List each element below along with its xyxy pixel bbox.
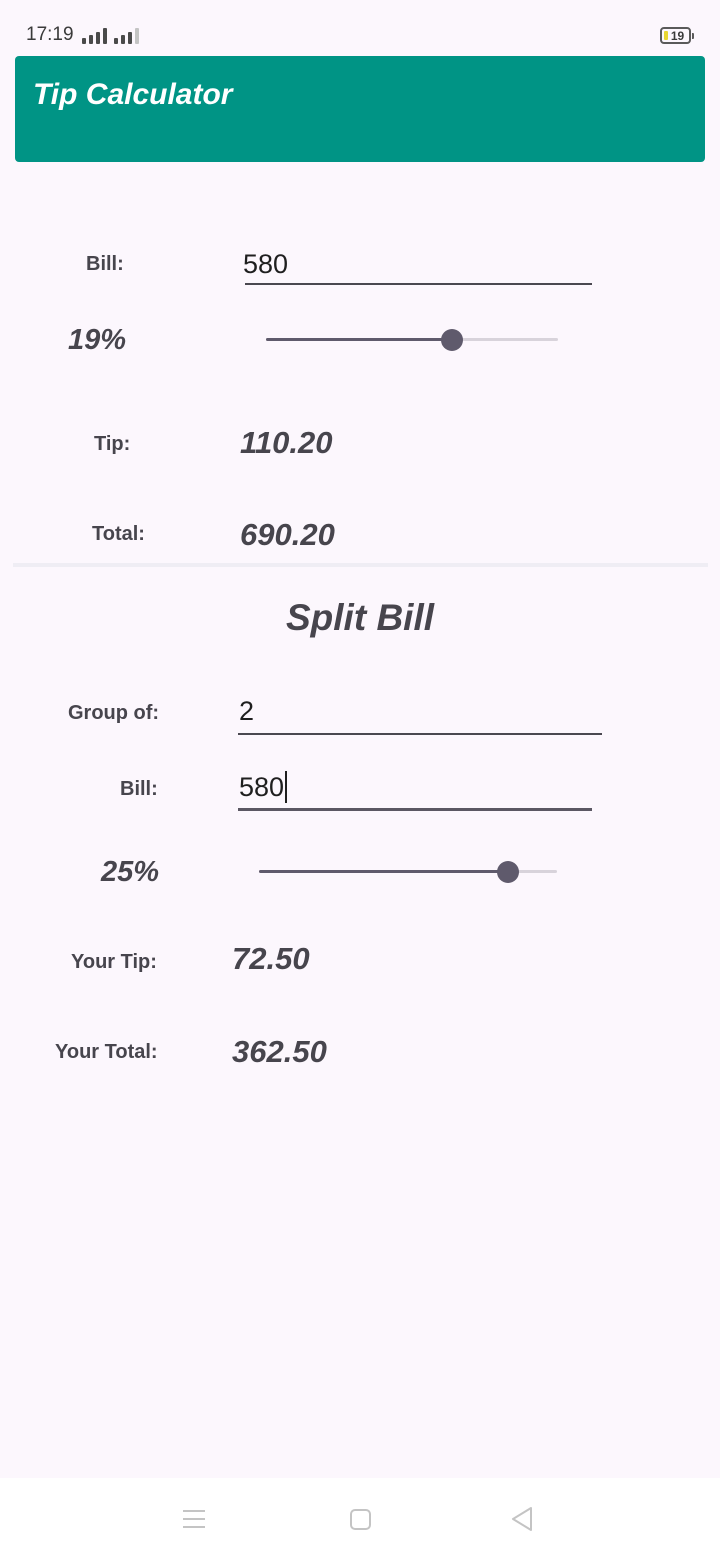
your-total-value: 362.50	[232, 1034, 327, 1069]
divider	[13, 563, 708, 567]
group-input-underline	[238, 733, 602, 735]
bill-input[interactable]: 580	[243, 249, 288, 280]
bill-input-underline	[245, 283, 592, 285]
signal-icon	[114, 27, 139, 44]
split-bill-input[interactable]: 580	[239, 772, 284, 803]
group-input[interactable]: 2	[239, 696, 254, 727]
back-icon[interactable]	[510, 1505, 534, 1538]
split-tip-percent-label: 25%	[101, 856, 160, 888]
slider-thumb[interactable]	[441, 329, 463, 351]
slider-fill	[259, 870, 507, 873]
split-tip-slider[interactable]	[259, 861, 557, 883]
app-title: Tip Calculator	[33, 78, 233, 111]
tip-percent-label: 19%	[68, 324, 127, 356]
text-caret	[285, 771, 287, 803]
bill-label: Bill:	[86, 253, 124, 275]
split-bill-input-underline	[238, 808, 592, 811]
menu-icon[interactable]	[183, 1510, 205, 1534]
slider-fill	[266, 338, 451, 341]
battery-level: 19	[670, 28, 685, 43]
your-tip-label: Your Tip:	[71, 951, 157, 973]
total-label: Total:	[92, 523, 145, 545]
your-tip-value: 72.50	[232, 941, 310, 976]
slider-thumb[interactable]	[497, 861, 519, 883]
tip-value: 110.20	[240, 425, 333, 460]
total-value: 690.20	[240, 517, 335, 552]
battery-icon: 19	[660, 27, 694, 44]
split-bill-title: Split Bill	[286, 597, 434, 638]
tip-label: Tip:	[94, 433, 131, 455]
group-label: Group of:	[68, 702, 160, 724]
your-total-label: Your Total:	[55, 1041, 158, 1063]
status-time: 17:19	[26, 24, 74, 45]
signal-icon	[82, 27, 107, 44]
split-bill-label: Bill:	[120, 778, 158, 800]
tip-slider[interactable]	[266, 329, 558, 351]
home-icon[interactable]	[350, 1509, 371, 1530]
